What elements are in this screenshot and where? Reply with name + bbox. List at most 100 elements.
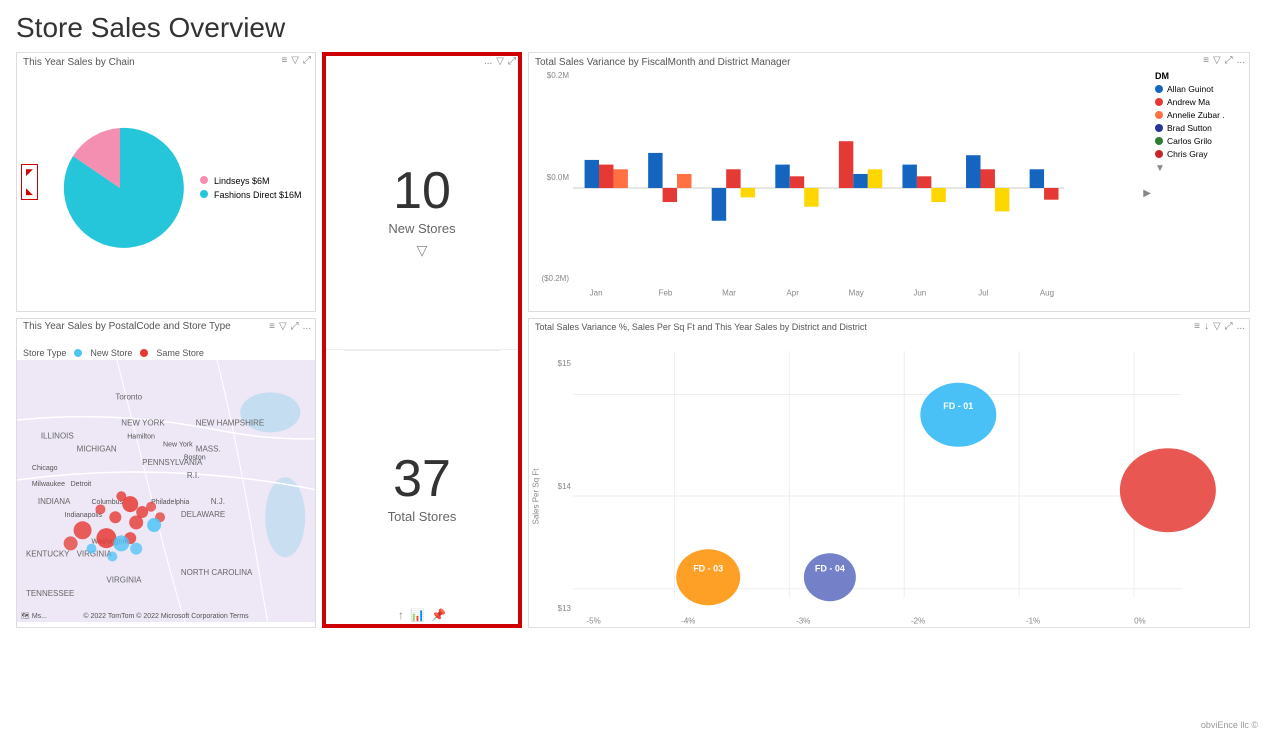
bar-month-feb: Feb bbox=[659, 289, 673, 298]
pie-menu-icon[interactable]: ≡ bbox=[281, 55, 287, 66]
bar-menu-icon[interactable]: ≡ bbox=[1203, 55, 1209, 66]
legend-item-0: Allan Guinot bbox=[1155, 84, 1245, 94]
bar-expand-icon[interactable]: ⤢ bbox=[1225, 55, 1233, 66]
bar-jun-2[interactable] bbox=[917, 176, 931, 188]
map-store-4[interactable] bbox=[129, 515, 143, 529]
bar-month-apr: Apr bbox=[786, 289, 799, 298]
kpi-chart-icon[interactable]: 📊 bbox=[410, 608, 425, 622]
map-panel-controls: ≡ ▽ ⤢ ... bbox=[269, 321, 311, 332]
bar-aug-2[interactable] bbox=[1044, 188, 1058, 200]
bubble-down-icon[interactable]: ↓ bbox=[1204, 321, 1209, 332]
map-filter-icon[interactable]: ▽ bbox=[279, 321, 287, 332]
map-store-8[interactable] bbox=[74, 521, 92, 539]
bubble-x-4: -1% bbox=[1026, 617, 1040, 626]
kpi-panel-controls: ... ▽ ⤢ bbox=[484, 56, 516, 67]
bubble-fd04-label: FD - 04 bbox=[815, 563, 845, 573]
bubble-fd01[interactable] bbox=[920, 383, 996, 447]
map-label-michigan: MICHIGAN bbox=[77, 445, 117, 454]
bubble-fd04[interactable] bbox=[804, 553, 856, 601]
bar-jul-2[interactable] bbox=[980, 169, 994, 188]
bar-feb-2[interactable] bbox=[663, 188, 677, 202]
map-newstore-1[interactable] bbox=[147, 518, 161, 532]
bubble-fd02-label: FD - 02 bbox=[1065, 476, 1095, 486]
map-expand-icon[interactable]: ⤢ bbox=[291, 321, 299, 332]
map-newstore-4[interactable] bbox=[87, 544, 97, 554]
bar-jul-1[interactable] bbox=[966, 155, 980, 188]
kpi-expand-icon[interactable]: ⤢ bbox=[508, 56, 516, 67]
kpi-bottom-controls: ↑ 📊 📌 bbox=[398, 608, 446, 622]
map-menu-icon[interactable]: ≡ bbox=[269, 321, 275, 332]
kpi-up-icon[interactable]: ↑ bbox=[398, 608, 404, 622]
bar-mar-2[interactable] bbox=[726, 169, 740, 188]
bar-filter-icon[interactable]: ▽ bbox=[1213, 55, 1221, 66]
pie-label-0: Lindseys $6M bbox=[200, 176, 301, 186]
map-store-10[interactable] bbox=[96, 528, 116, 548]
kpi-pin-icon[interactable]: 📌 bbox=[431, 608, 446, 622]
bar-scroll-arrow[interactable]: ▶ bbox=[1143, 188, 1151, 199]
map-city-philadelphia: Philadelphia bbox=[151, 499, 189, 506]
map-legend-new-dot bbox=[74, 349, 82, 357]
bar-jan-3[interactable] bbox=[613, 169, 627, 188]
bar-feb-3[interactable] bbox=[677, 174, 691, 188]
map-newstore-3[interactable] bbox=[130, 543, 142, 555]
kpi-total-stores-value: 37 bbox=[393, 453, 451, 505]
bubble-more-icon[interactable]: ... bbox=[1237, 321, 1245, 332]
map-label-ri: R.I. bbox=[187, 471, 199, 480]
map-store-7[interactable] bbox=[95, 504, 105, 514]
map-newstore-5[interactable] bbox=[107, 552, 117, 562]
map-store-6[interactable] bbox=[109, 511, 121, 523]
bar-may-1[interactable] bbox=[839, 141, 853, 188]
bar-feb-1[interactable] bbox=[648, 153, 662, 188]
bar-may-3[interactable] bbox=[868, 169, 882, 188]
pie-expand-icon[interactable]: ⤢ bbox=[303, 55, 311, 66]
kpi-more-icon[interactable]: ... bbox=[484, 56, 492, 67]
bar-may-2[interactable] bbox=[853, 174, 867, 188]
bar-legend-scroll[interactable]: ▼ bbox=[1155, 163, 1245, 174]
legend-label-5: Chris Gray bbox=[1167, 149, 1208, 159]
legend-label-1: Andrew Ma bbox=[1167, 97, 1210, 107]
bubble-menu-icon[interactable]: ≡ bbox=[1194, 321, 1200, 332]
map-image-container[interactable]: ILLINOIS INDIANA MICHIGAN NEW YORK Toron… bbox=[17, 360, 315, 622]
bar-mar-1[interactable] bbox=[712, 188, 726, 221]
bar-mar-3[interactable] bbox=[741, 188, 755, 197]
map-newstore-2[interactable] bbox=[113, 535, 129, 551]
kpi-filter-funnel[interactable]: ▽ bbox=[417, 242, 428, 259]
map-more-icon[interactable]: ... bbox=[303, 321, 311, 332]
bubble-fd02[interactable] bbox=[1120, 448, 1216, 532]
pie-panel-title: This Year Sales by Chain bbox=[17, 53, 315, 70]
bar-aug-1[interactable] bbox=[1030, 169, 1044, 188]
bubble-y-axis-label: Sales Per Sq Ft bbox=[532, 468, 541, 524]
map-store-3[interactable] bbox=[116, 491, 126, 501]
bubble-fd03-label: FD - 03 bbox=[693, 563, 723, 573]
bar-jun-3[interactable] bbox=[931, 188, 945, 202]
footer-brand: obviEnce llc © bbox=[1201, 720, 1258, 730]
bubble-x-0: -5% bbox=[587, 617, 601, 626]
bubble-panel: Total Sales Variance %, Sales Per Sq Ft … bbox=[528, 318, 1250, 628]
bar-jan-1[interactable] bbox=[585, 160, 599, 188]
bar-jun-1[interactable] bbox=[902, 165, 916, 188]
bar-chart-svg: Jan Feb Mar Apr May Jun Jul Aug bbox=[573, 71, 1151, 305]
bar-apr-3[interactable] bbox=[804, 188, 818, 207]
map-store-5[interactable] bbox=[146, 502, 156, 512]
pie-filter-icon[interactable]: ▽ bbox=[291, 55, 299, 66]
bubble-x-2: -3% bbox=[796, 617, 810, 626]
bubble-filter-icon[interactable]: ▽ bbox=[1213, 321, 1221, 332]
bar-jan-2[interactable] bbox=[599, 165, 613, 188]
map-city-indianapolis: Indianapolis bbox=[65, 512, 103, 519]
map-label-illinois: ILLINOIS bbox=[41, 432, 74, 441]
bar-apr-2[interactable] bbox=[790, 176, 804, 188]
focus-arrows[interactable]: ◤ ◣ bbox=[21, 164, 38, 200]
legend-dot-2 bbox=[1155, 111, 1163, 119]
bar-apr-1[interactable] bbox=[775, 165, 789, 188]
bubble-x-3: -2% bbox=[911, 617, 925, 626]
bar-chart-svg-area: Jan Feb Mar Apr May Jun Jul Aug ▶ bbox=[573, 71, 1151, 305]
bubble-expand-icon[interactable]: ⤢ bbox=[1225, 321, 1233, 332]
kpi-filter-icon[interactable]: ▽ bbox=[496, 56, 504, 67]
map-store-9[interactable] bbox=[64, 536, 78, 550]
bubble-fd03[interactable] bbox=[676, 549, 740, 605]
legend-label-0: Allan Guinot bbox=[1167, 84, 1213, 94]
bar-more-icon[interactable]: ... bbox=[1237, 55, 1245, 66]
kpi-total-stores-label: Total Stores bbox=[388, 509, 457, 524]
bar-legend: DM Allan Guinot Andrew Ma Annelie Zubar … bbox=[1155, 71, 1245, 305]
bar-jul-3[interactable] bbox=[995, 188, 1009, 211]
